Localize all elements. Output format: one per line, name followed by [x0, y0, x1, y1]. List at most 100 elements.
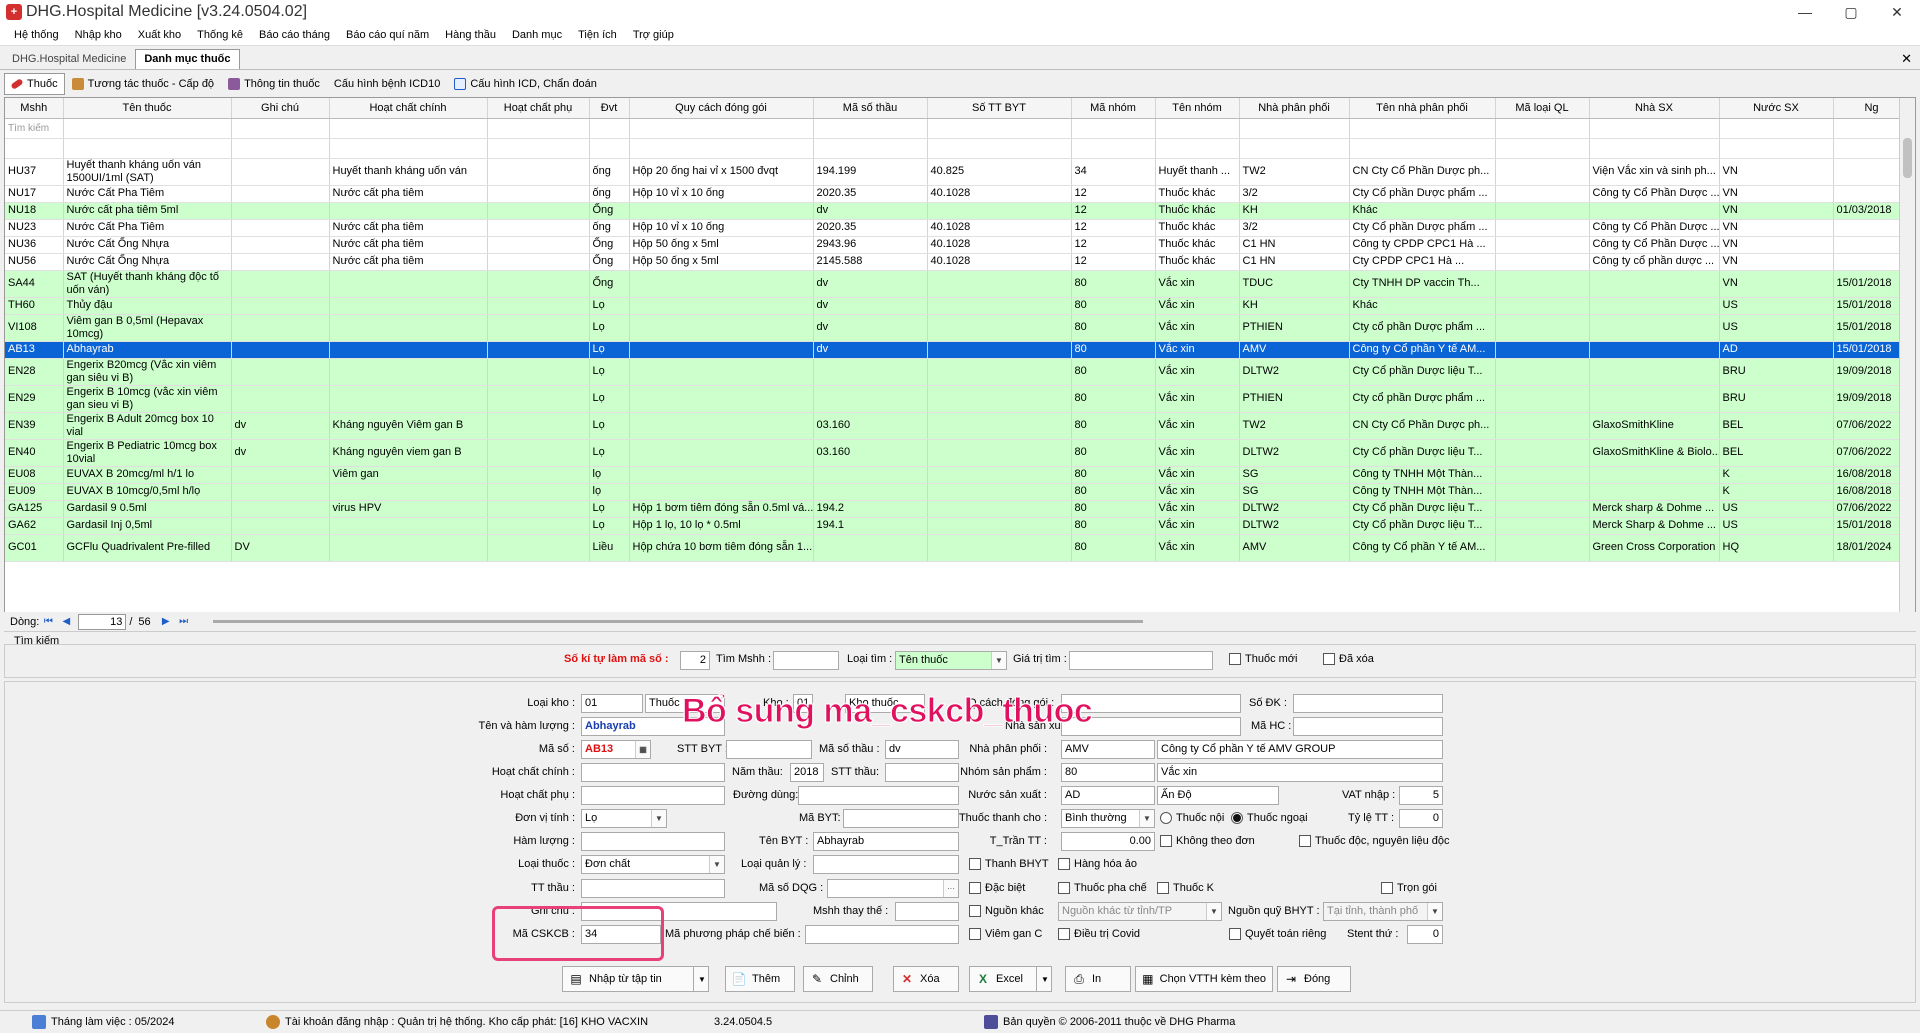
- grid-cell[interactable]: [231, 185, 330, 203]
- grid-cell[interactable]: Vắc xin: [1155, 412, 1240, 440]
- grid-cell[interactable]: NU18: [5, 202, 64, 220]
- grid-cell[interactable]: Nước cất pha tiêm: [329, 219, 488, 237]
- grid-cell[interactable]: C1 HN: [1239, 253, 1350, 271]
- maximize-button[interactable]: ▢: [1828, 0, 1874, 24]
- grid-cell[interactable]: [329, 202, 488, 220]
- grid-cell[interactable]: Cty CPDP CPC1 Hà ...: [1349, 253, 1496, 271]
- tron-goi-checkbox[interactable]: Trọn gói: [1381, 882, 1437, 894]
- grid-cell[interactable]: DLTW2: [1239, 517, 1350, 535]
- grid-cell[interactable]: Ống: [589, 202, 630, 220]
- grid-cell[interactable]: Nước Cất Pha Tiêm: [63, 219, 232, 237]
- grid-cell[interactable]: 80: [1071, 358, 1156, 386]
- grid-cell[interactable]: dv: [231, 439, 330, 467]
- grid-cell[interactable]: [927, 358, 1072, 386]
- table-row[interactable]: NU18 Nước cất pha tiêm 5ml Ống dv 12 Thuốc kh…: [5, 202, 1911, 220]
- grid-cell[interactable]: Công ty Cổ phần Y tế AM...: [1349, 341, 1496, 359]
- grid-cell[interactable]: Lọ: [589, 358, 630, 386]
- table-row[interactable]: TH60 Thủy đậu Lọ dv 80 Vắc xin KH Khác US 15/01/2…: [5, 297, 1911, 315]
- grid-cell[interactable]: [629, 385, 814, 413]
- grid-cell[interactable]: 80: [1071, 341, 1156, 359]
- grid-cell[interactable]: PTHIEN: [1239, 314, 1350, 342]
- grid-cell[interactable]: Vắc xin: [1155, 270, 1240, 298]
- grid-cell[interactable]: [487, 270, 590, 298]
- grid-cell[interactable]: Công ty Cổ phần Y tế AM...: [1349, 534, 1496, 562]
- grid-cell[interactable]: Merck sharp & Dohme ...: [1589, 500, 1720, 518]
- table-row[interactable]: EU09 EUVAX B 10mcg/0,5ml h/lọ lọ 80 Vắc xin S…: [5, 483, 1911, 501]
- grid-cell[interactable]: 80: [1071, 385, 1156, 413]
- grid-cell[interactable]: VN: [1719, 158, 1834, 186]
- grid-cell[interactable]: EN40: [5, 439, 64, 467]
- filter-cell[interactable]: [927, 118, 1072, 139]
- grid-cell[interactable]: Lọ: [589, 341, 630, 359]
- grid-cell[interactable]: Cty Cổ phần Dược liệu T...: [1349, 500, 1496, 518]
- grid-cell[interactable]: Gardasil Inj 0,5ml: [63, 517, 232, 535]
- grid-cell[interactable]: Vắc xin: [1155, 483, 1240, 501]
- grid-cell[interactable]: Engerix B 10mcg (vắc xin viêm gan sieu v…: [63, 385, 232, 413]
- grid-cell[interactable]: NU56: [5, 253, 64, 271]
- grid-cell[interactable]: 34: [1071, 158, 1156, 186]
- grid-cell[interactable]: VN: [1719, 270, 1834, 298]
- grid-cell[interactable]: 80: [1071, 314, 1156, 342]
- nuoc-san-xuat-code[interactable]: AD: [1061, 786, 1155, 805]
- grid-cell[interactable]: Công ty Cổ Phần Dược ...: [1589, 236, 1720, 254]
- grid-cell[interactable]: Engerix B Pediatric 10mcg box 10vial: [63, 439, 232, 467]
- grid-cell[interactable]: [1589, 466, 1720, 484]
- grid-cell[interactable]: [1495, 158, 1590, 186]
- grid-cell[interactable]: NU36: [5, 236, 64, 254]
- grid-cell[interactable]: Lọ: [589, 439, 630, 467]
- chevron-down-icon[interactable]: ▼: [991, 652, 1006, 669]
- grid-cell[interactable]: KH: [1239, 202, 1350, 220]
- menu-xuat-kho[interactable]: Xuất kho: [130, 29, 189, 41]
- filter-cell[interactable]: [63, 118, 232, 139]
- table-row[interactable]: NU56 Nước Cất Ống Nhựa Nước cất pha tiêm Ốn…: [5, 253, 1911, 271]
- grid-cell[interactable]: [329, 358, 488, 386]
- column-header[interactable]: Mã loại QL: [1495, 98, 1590, 119]
- grid-cell[interactable]: Vắc xin: [1155, 500, 1240, 518]
- column-header[interactable]: Tên nhóm: [1155, 98, 1240, 119]
- grid-cell[interactable]: BEL: [1719, 412, 1834, 440]
- grid-cell[interactable]: [487, 185, 590, 203]
- column-header[interactable]: Hoạt chất chính: [329, 98, 488, 119]
- grid-cell[interactable]: [927, 500, 1072, 518]
- ham-luong-input[interactable]: [581, 832, 725, 851]
- grid-cell[interactable]: DLTW2: [1239, 439, 1350, 467]
- grid-cell[interactable]: Nước Cất Ống Nhựa: [63, 236, 232, 254]
- hang-hoa-ao-checkbox[interactable]: Hàng hóa ảo: [1058, 858, 1137, 870]
- grid-cell[interactable]: AMV: [1239, 534, 1350, 562]
- grid-cell[interactable]: [927, 517, 1072, 535]
- grid-cell[interactable]: 2943.96: [813, 236, 928, 254]
- grid-cell[interactable]: [487, 500, 590, 518]
- grid-cell[interactable]: Thuốc khác: [1155, 202, 1240, 220]
- grid-cell[interactable]: 80: [1071, 483, 1156, 501]
- grid-cell[interactable]: [629, 466, 814, 484]
- grid-cell[interactable]: [329, 297, 488, 315]
- grid-cell[interactable]: [231, 341, 330, 359]
- chevron-down-icon[interactable]: ▼: [1206, 903, 1221, 920]
- grid-cell[interactable]: lọ: [589, 483, 630, 501]
- column-header[interactable]: Hoạt chất phụ: [487, 98, 590, 119]
- grid-cell[interactable]: [231, 483, 330, 501]
- grid-cell[interactable]: Ống: [589, 270, 630, 298]
- ty-le-input[interactable]: 0: [1399, 809, 1443, 828]
- grid-cell[interactable]: dv: [813, 341, 928, 359]
- loai-kho-code[interactable]: 01: [581, 694, 643, 713]
- grid-cell[interactable]: Huyết thanh kháng uốn ván: [329, 158, 488, 186]
- filter-cell[interactable]: [1239, 118, 1350, 139]
- table-row[interactable]: EN40 Engerix B Pediatric 10mcg box 10vial…: [5, 439, 1911, 467]
- grid-cell[interactable]: [1495, 466, 1590, 484]
- nhap-dropdown-button[interactable]: ▼: [693, 966, 709, 992]
- thuoc-ngoai-radio[interactable]: Thuốc ngoại: [1231, 812, 1308, 824]
- grid-cell[interactable]: 194.199: [813, 158, 928, 186]
- nha-phan-phoi-name[interactable]: Công ty Cổ phần Y tế AMV GROUP: [1157, 740, 1443, 759]
- stent-input[interactable]: 0: [1407, 925, 1443, 944]
- minimize-button[interactable]: —: [1782, 0, 1828, 24]
- grid-cell[interactable]: [1495, 219, 1590, 237]
- grid-cell[interactable]: [487, 236, 590, 254]
- grid-cell[interactable]: [487, 314, 590, 342]
- grid-cell[interactable]: Engerix B20mcg (Vắc xin viêm gan siêu vi…: [63, 358, 232, 386]
- grid-cell[interactable]: SG: [1239, 466, 1350, 484]
- grid-cell[interactable]: [487, 297, 590, 315]
- grid-cell[interactable]: 3/2: [1239, 219, 1350, 237]
- grid-cell[interactable]: GA62: [5, 517, 64, 535]
- grid-cell[interactable]: [1495, 202, 1590, 220]
